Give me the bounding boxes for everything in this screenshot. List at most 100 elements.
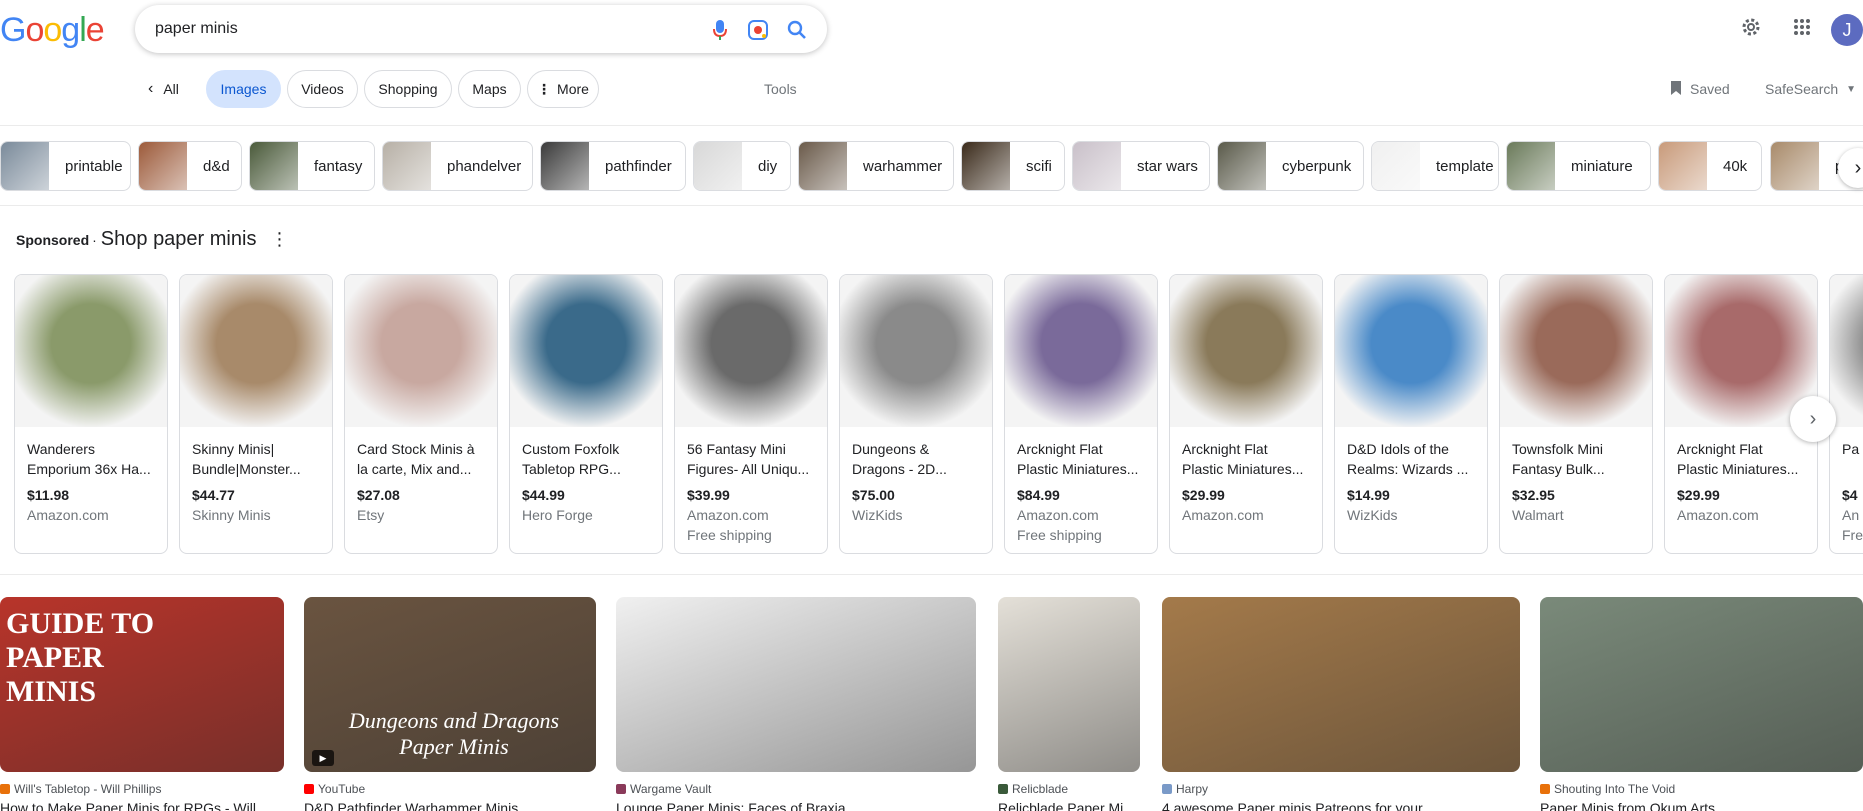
related-chip-thumbnail	[1073, 142, 1121, 190]
image-result[interactable]: Relicblade Relicblade Paper Mi...	[998, 597, 1140, 811]
more-options-icon[interactable]: ⋮	[270, 229, 288, 250]
product-store: Hero Forge	[522, 507, 593, 523]
related-chip[interactable]: pathfinder	[540, 141, 686, 191]
product-card[interactable]: Custom Foxfolk Tabletop RPG... $44.99 Hero…	[509, 274, 663, 554]
product-price: $27.08	[357, 487, 400, 503]
more-dots-icon: ⋮	[537, 80, 552, 97]
result-title[interactable]: Paper Minis from Okum Arts	[1540, 800, 1863, 811]
saved-button[interactable]: Saved	[1670, 70, 1730, 108]
related-chip-thumbnail	[1372, 142, 1420, 190]
result-image-caption: Dungeons and Dragons Paper Minis	[348, 708, 560, 759]
image-result[interactable]: Harpy 4 awesome Paper minis Patreons for …	[1162, 597, 1520, 811]
camera-lens-icon[interactable]	[747, 19, 769, 41]
image-result[interactable]: Wargame Vault Lounge Paper Minis: Faces o…	[616, 597, 976, 811]
product-title: Pa Be...	[1842, 441, 1863, 457]
result-image: Dungeons and Dragons Paper Minis ▶	[304, 597, 596, 772]
related-chip[interactable]: d&d	[138, 141, 242, 191]
product-card[interactable]: D&D Idols of the Realms: Wizards ... $14.…	[1334, 274, 1488, 554]
related-chip-thumbnail	[541, 142, 589, 190]
product-store: Amazon.com	[687, 507, 769, 523]
header-divider	[0, 125, 1863, 126]
search-icon[interactable]	[786, 19, 808, 41]
settings-gear-icon[interactable]	[1738, 14, 1764, 40]
product-price: $29.99	[1182, 487, 1225, 503]
result-title[interactable]: D&D Pathfinder Warhammer Minis ...	[304, 800, 596, 811]
tab-maps[interactable]: Maps	[458, 70, 521, 108]
site-favicon-icon	[1540, 784, 1550, 794]
product-image	[345, 275, 497, 427]
product-image	[840, 275, 992, 427]
search-box[interactable]	[135, 5, 827, 53]
related-chip[interactable]: 40k	[1658, 141, 1762, 191]
tab-shopping[interactable]: Shopping	[364, 70, 452, 108]
related-chip-label: 40k	[1723, 157, 1748, 175]
carousel-next-icon[interactable]: ›	[1790, 396, 1836, 442]
product-card[interactable]: 56 Fantasy Mini Figures- All Uniqu... $39…	[674, 274, 828, 554]
search-input[interactable]	[155, 20, 675, 38]
tools-button[interactable]: Tools	[764, 70, 797, 108]
related-chip[interactable]: miniature	[1506, 141, 1651, 191]
sponsored-label: Sponsored	[16, 232, 90, 248]
related-chip[interactable]: scifi	[961, 141, 1065, 191]
nav-all-back[interactable]: ‹ All	[148, 70, 179, 108]
search-nav: ‹ All Images Videos Shopping Maps ⋮ More…	[0, 70, 1863, 108]
related-chip[interactable]: template	[1371, 141, 1499, 191]
tab-videos[interactable]: Videos	[287, 70, 358, 108]
related-chip[interactable]: warhammer	[798, 141, 954, 191]
product-card[interactable]: Wanderers Emporium 36x Ha... $11.98 Amazon…	[14, 274, 168, 554]
result-source-name: Will's Tabletop - Will Phillips	[14, 782, 162, 796]
product-store: WizKids	[1347, 507, 1398, 523]
related-chip-label: phandelver	[447, 157, 522, 175]
site-favicon-icon	[1162, 784, 1172, 794]
safesearch-button[interactable]: SafeSearch ▼	[1765, 70, 1856, 108]
product-store: Amazon.com	[1182, 507, 1264, 523]
product-card[interactable]: Skinny Minis| Bundle|Monster... $44.77 Ski…	[179, 274, 333, 554]
image-result[interactable]: Dungeons and Dragons Paper Minis ▶ YouTube…	[304, 597, 596, 811]
product-title: Card Stock Minis à la carte, Mix and...	[357, 441, 475, 477]
result-source-name: Relicblade	[1012, 782, 1069, 796]
product-title: D&D Idols of the Realms: Wizards ...	[1347, 441, 1469, 477]
site-favicon-icon	[304, 784, 314, 794]
product-image	[1500, 275, 1652, 427]
result-title[interactable]: How to Make Paper Minis for RPGs - Will …	[0, 800, 284, 811]
product-store: Skinny Minis	[192, 507, 271, 523]
tab-images[interactable]: Images	[206, 70, 281, 108]
related-chip-thumbnail	[962, 142, 1010, 190]
related-chip[interactable]: star wars	[1072, 141, 1210, 191]
product-carousel: Wanderers Emporium 36x Ha... $11.98 Amazon…	[14, 274, 1863, 554]
video-play-icon: ▶	[312, 750, 334, 766]
result-title[interactable]: Lounge Paper Minis: Faces of Braxia ...	[616, 800, 976, 811]
product-card[interactable]: Dungeons & Dragons - 2D... $75.00 WizKids	[839, 274, 993, 554]
related-chip[interactable]: printable	[0, 141, 131, 191]
product-price: $75.00	[852, 487, 895, 503]
separator-dot: ·	[92, 232, 97, 248]
product-card[interactable]: Townsfolk Mini Fantasy Bulk... $32.95 Walm…	[1499, 274, 1653, 554]
image-result[interactable]: GUIDE TO PAPER MINIS Will's Tabletop - Wi…	[0, 597, 284, 811]
result-source: Wargame Vault	[616, 782, 976, 796]
result-title[interactable]: 4 awesome Paper minis Patreons for your …	[1162, 800, 1520, 811]
product-image	[1170, 275, 1322, 427]
related-chip[interactable]: diy	[693, 141, 791, 191]
product-title: Arcknight Flat Plastic Miniatures...	[1182, 441, 1304, 477]
tab-more[interactable]: ⋮ More	[527, 70, 599, 108]
microphone-icon[interactable]	[709, 19, 731, 41]
image-result[interactable]: Shouting Into The Void Paper Minis from O…	[1540, 597, 1863, 811]
google-logo[interactable]: Google	[0, 10, 105, 50]
related-chip[interactable]: phandelver	[382, 141, 533, 191]
result-source: Shouting Into The Void	[1540, 782, 1863, 796]
result-title[interactable]: Relicblade Paper Mi...	[998, 800, 1140, 811]
image-results-grid: GUIDE TO PAPER MINIS Will's Tabletop - Wi…	[0, 597, 1863, 811]
related-chip-thumbnail	[799, 142, 847, 190]
apps-grid-icon[interactable]	[1789, 14, 1815, 40]
product-card[interactable]: Card Stock Minis à la carte, Mix and... $…	[344, 274, 498, 554]
product-price: $84.99	[1017, 487, 1060, 503]
related-chip-thumbnail	[694, 142, 742, 190]
related-chip[interactable]: fantasy	[249, 141, 375, 191]
related-chip-label: d&d	[203, 157, 230, 175]
product-card[interactable]: Arcknight Flat Plastic Miniatures... $29.…	[1169, 274, 1323, 554]
product-card[interactable]: Arcknight Flat Plastic Miniatures... $84.…	[1004, 274, 1158, 554]
site-favicon-icon	[998, 784, 1008, 794]
related-chip[interactable]: cyberpunk	[1217, 141, 1364, 191]
account-avatar[interactable]: J	[1831, 14, 1863, 46]
result-source-name: YouTube	[318, 782, 366, 796]
